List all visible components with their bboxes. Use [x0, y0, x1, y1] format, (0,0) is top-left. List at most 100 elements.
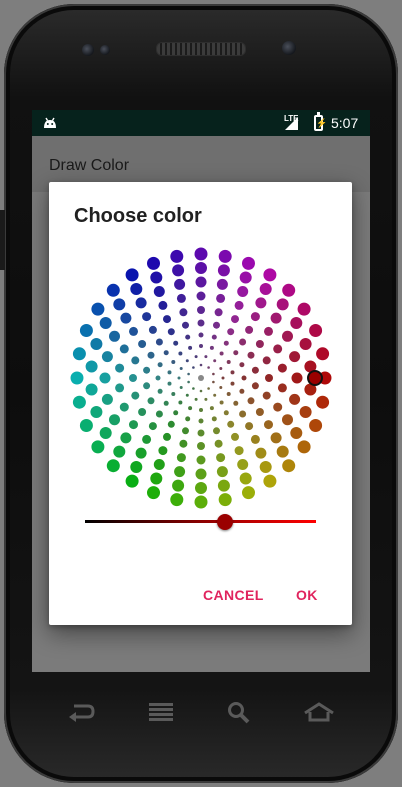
color-swatch-dot[interactable] — [106, 459, 120, 473]
color-swatch-dot[interactable] — [199, 363, 203, 367]
color-swatch-dot[interactable] — [270, 312, 282, 324]
color-swatch-dot[interactable] — [196, 455, 206, 465]
color-swatch-dot[interactable] — [198, 418, 204, 424]
color-swatch-dot[interactable] — [276, 445, 289, 458]
color-swatch-dot[interactable] — [211, 416, 217, 422]
color-swatch-dot[interactable] — [135, 297, 147, 309]
color-swatch-dot[interactable] — [125, 474, 139, 488]
color-swatch-dot[interactable] — [197, 429, 205, 437]
color-swatch-dot[interactable] — [233, 400, 239, 406]
color-swatch-dot[interactable] — [316, 347, 330, 361]
color-swatch-dot[interactable] — [255, 297, 267, 309]
color-swatch-dot[interactable] — [265, 374, 273, 382]
color-swatch-dot[interactable] — [264, 420, 273, 430]
color-swatch-dot[interactable] — [214, 308, 223, 317]
color-swatch-dot[interactable] — [131, 391, 140, 400]
color-swatch-dot[interactable] — [237, 286, 249, 297]
color-swatch-dot[interactable] — [250, 312, 260, 322]
color-swatch-dot[interactable] — [178, 351, 183, 356]
color-swatch-dot[interactable] — [142, 312, 152, 322]
color-swatch-dot[interactable] — [309, 419, 323, 432]
color-swatch-dot[interactable] — [277, 383, 287, 393]
color-swatch-dot[interactable] — [135, 447, 147, 459]
color-swatch-dot[interactable] — [85, 360, 98, 373]
color-swatch-dot[interactable] — [198, 332, 204, 338]
color-swatch-dot[interactable] — [179, 439, 188, 448]
color-swatch-dot[interactable] — [199, 408, 203, 412]
color-swatch-dot[interactable] — [270, 432, 282, 444]
color-swatch-dot[interactable] — [263, 474, 277, 488]
color-swatch-dot[interactable] — [239, 388, 245, 394]
color-swatch-dot[interactable] — [125, 268, 139, 282]
color-swatch-dot[interactable] — [155, 338, 163, 346]
color-swatch-dot[interactable] — [242, 486, 255, 500]
color-swatch-dot[interactable] — [174, 278, 186, 290]
color-swatch-dot[interactable] — [138, 408, 147, 416]
color-swatch-dot[interactable] — [178, 400, 183, 405]
color-swatch-dot[interactable] — [212, 372, 215, 376]
color-swatch-dot[interactable] — [173, 340, 179, 346]
color-swatch-dot[interactable] — [113, 298, 126, 311]
color-swatch-dot[interactable] — [147, 486, 160, 500]
color-swatch-dot[interactable] — [195, 276, 207, 288]
color-swatch-dot[interactable] — [163, 315, 171, 324]
color-swatch-dot[interactable] — [255, 340, 264, 348]
color-swatch-dot[interactable] — [242, 256, 255, 270]
color-swatch-dot[interactable] — [227, 420, 235, 428]
color-swatch-dot[interactable] — [120, 432, 132, 444]
color-swatch-dot[interactable] — [192, 387, 195, 390]
color-swatch-dot[interactable] — [173, 410, 179, 416]
color-swatch-dot[interactable] — [174, 466, 186, 478]
color-swatch-dot[interactable] — [147, 397, 155, 405]
color-swatch-dot[interactable] — [259, 283, 272, 295]
color-swatch-dot[interactable] — [207, 387, 210, 390]
color-swatch-dot[interactable] — [197, 319, 205, 327]
color-swatch-dot[interactable] — [130, 283, 143, 295]
color-swatch-dot[interactable] — [214, 439, 223, 448]
color-swatch-dot[interactable] — [211, 334, 217, 340]
color-swatch-dot[interactable] — [216, 293, 226, 303]
color-swatch-dot[interactable] — [167, 381, 172, 386]
color-swatch-dot[interactable] — [197, 306, 205, 314]
color-swatch-dot[interactable] — [213, 321, 220, 329]
color-swatch-dot[interactable] — [131, 356, 140, 365]
color-swatch-dot[interactable] — [250, 434, 260, 444]
color-swatch-dot[interactable] — [90, 406, 103, 418]
color-swatch-dot[interactable] — [150, 271, 163, 284]
color-swatch-dot[interactable] — [239, 410, 247, 418]
color-swatch-dot[interactable] — [255, 408, 264, 416]
color-swatch-dot[interactable] — [130, 461, 143, 473]
color-swatch-dot[interactable] — [170, 249, 184, 263]
back-icon[interactable] — [66, 702, 96, 722]
color-swatch-dot[interactable] — [150, 472, 163, 485]
color-wheel-center-dot[interactable] — [198, 375, 204, 381]
color-swatch-dot[interactable] — [247, 397, 255, 405]
color-swatch-dot[interactable] — [237, 459, 249, 470]
color-swatch-dot[interactable] — [239, 472, 252, 485]
color-swatch-dot[interactable] — [216, 278, 228, 290]
color-swatch-dot[interactable] — [176, 293, 186, 303]
color-swatch-dot[interactable] — [155, 410, 163, 418]
color-swatch-dot[interactable] — [119, 344, 129, 354]
color-swatch-dot[interactable] — [282, 330, 293, 342]
color-swatch-dot[interactable] — [282, 283, 296, 297]
color-swatch-dot[interactable] — [231, 432, 239, 441]
brightness-slider-thumb[interactable] — [217, 514, 233, 530]
color-swatch-dot[interactable] — [223, 410, 229, 416]
color-swatch-dot[interactable] — [282, 459, 296, 473]
color-swatch-dot[interactable] — [299, 338, 312, 350]
color-swatch-dot[interactable] — [289, 351, 301, 363]
color-swatch-dot[interactable] — [195, 482, 207, 494]
color-swatch-dot[interactable] — [230, 381, 235, 386]
color-swatch-dot[interactable] — [163, 432, 171, 441]
color-swatch-dot[interactable] — [153, 286, 165, 297]
color-swatch-dot[interactable] — [179, 308, 188, 317]
color-swatch-dot[interactable] — [241, 375, 247, 381]
color-swatch-dot[interactable] — [177, 376, 181, 380]
color-swatch-dot[interactable] — [153, 459, 165, 470]
color-swatch-dot[interactable] — [213, 393, 217, 397]
color-swatch-dot[interactable] — [297, 302, 311, 316]
color-swatch-dot[interactable] — [199, 344, 203, 348]
color-swatch-dot[interactable] — [273, 344, 283, 354]
color-swatch-dot[interactable] — [90, 338, 103, 350]
